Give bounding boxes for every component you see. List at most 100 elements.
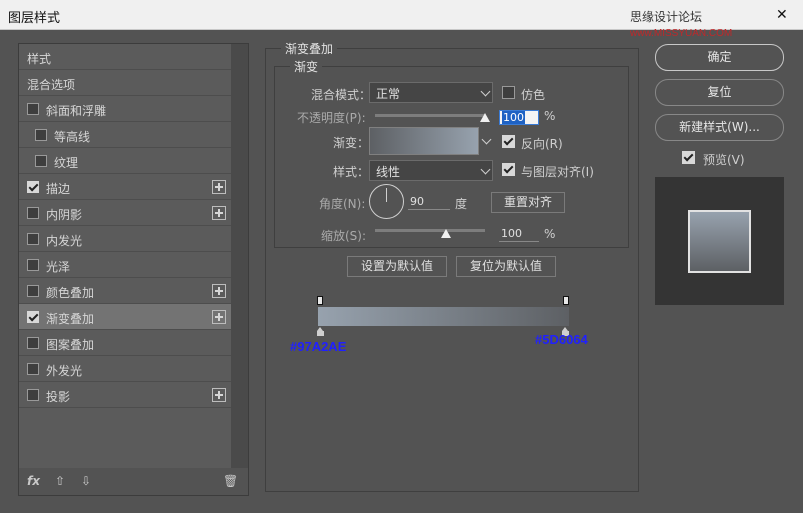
style-list-panel: 样式混合选项斜面和浮雕等高线纹理描边内阴影内发光光泽颜色叠加渐变叠加图案叠加外发… [18, 43, 249, 496]
chevron-down-icon [481, 134, 492, 145]
style-list-item[interactable]: 内发光 [19, 226, 231, 252]
style-item-label: 图案叠加 [46, 338, 95, 352]
style-list-item[interactable]: 纹理 [19, 148, 231, 174]
reverse-checkbox[interactable] [502, 135, 515, 148]
style-list-toolbar: fx ⇧ ⇩ 🗑 [19, 468, 248, 496]
new-style-button[interactable]: 新建样式(W)... [655, 114, 784, 141]
style-item-checkbox[interactable] [35, 129, 47, 141]
style-list-item[interactable]: 投影 [19, 382, 231, 408]
style-list-item[interactable]: 描边 [19, 174, 231, 200]
chevron-down-icon [480, 164, 491, 175]
add-effect-icon[interactable] [212, 180, 226, 194]
ok-button[interactable]: 确定 [655, 44, 784, 71]
end-color-hex: #5D6064 [535, 332, 588, 347]
section-title: 渐变叠加 [281, 40, 338, 57]
trash-icon[interactable]: 🗑 [223, 474, 238, 488]
style-item-checkbox[interactable] [27, 389, 39, 401]
style-item-label: 等高线 [54, 130, 91, 144]
add-effect-icon[interactable] [212, 284, 226, 298]
style-list: 样式混合选项斜面和浮雕等高线纹理描边内阴影内发光光泽颜色叠加渐变叠加图案叠加外发… [19, 44, 231, 468]
preview-label: 预览(V) [703, 153, 745, 167]
gradient-dropdown[interactable] [481, 127, 493, 155]
blend-mode-value: 正常 [376, 87, 401, 101]
style-item-label: 内发光 [46, 234, 83, 248]
align-layer-label: 与图层对齐(I) [521, 165, 594, 179]
angle-input[interactable]: 90 [408, 195, 450, 210]
scale-label: 缩放(S): [321, 229, 367, 243]
style-list-item[interactable]: 外发光 [19, 356, 231, 382]
reset-button[interactable]: 复位 [655, 79, 784, 106]
reset-default-button[interactable]: 复位为默认值 [456, 256, 556, 277]
preview-checkbox[interactable] [682, 151, 695, 164]
style-list-item[interactable]: 颜色叠加 [19, 278, 231, 304]
move-up-icon[interactable]: ⇧ [55, 474, 65, 488]
blend-mode-select[interactable]: 正常 [369, 82, 493, 103]
style-item-label: 斜面和浮雕 [46, 104, 107, 118]
style-item-checkbox[interactable] [27, 311, 39, 323]
style-list-scrollbar[interactable] [231, 44, 248, 468]
opacity-unit: % [544, 109, 556, 123]
align-layer-checkbox[interactable] [502, 163, 515, 176]
style-item-checkbox[interactable] [27, 207, 39, 219]
style-preview [655, 177, 784, 305]
gradient-bar[interactable] [318, 307, 569, 326]
add-effect-icon[interactable] [212, 388, 226, 402]
gradient-style-select[interactable]: 线性 [369, 160, 493, 181]
style-item-label: 投影 [46, 390, 71, 404]
reset-align-button[interactable]: 重置对齐 [491, 192, 565, 213]
start-color-hex: #97A2AE [290, 339, 347, 354]
window-title: 图层样式 [8, 11, 61, 26]
angle-label: 角度(N): [319, 197, 366, 211]
style-item-label: 渐变叠加 [46, 312, 95, 326]
style-list-item[interactable]: 斜面和浮雕 [19, 96, 231, 122]
scale-slider[interactable] [375, 229, 485, 232]
opacity-label: 不透明度(P): [297, 111, 366, 125]
fx-icon[interactable]: fx [27, 474, 40, 488]
blend-mode-label: 混合模式： [311, 88, 372, 102]
style-item-checkbox[interactable] [27, 259, 39, 271]
style-list-item[interactable]: 图案叠加 [19, 330, 231, 356]
style-list-item[interactable]: 等高线 [19, 122, 231, 148]
scale-input[interactable]: 100 [499, 227, 539, 242]
style-list-item[interactable]: 样式 [19, 44, 231, 70]
opacity-slider[interactable] [375, 114, 485, 117]
style-item-checkbox[interactable] [27, 233, 39, 245]
dither-checkbox[interactable] [502, 86, 515, 99]
reverse-label: 反向(R) [521, 137, 563, 151]
style-item-label: 样式 [27, 52, 52, 66]
dither-label: 仿色 [521, 88, 546, 102]
opacity-stop-left[interactable] [317, 296, 323, 305]
scale-slider-thumb[interactable] [440, 229, 451, 238]
opacity-input[interactable]: 100 [499, 110, 539, 125]
angle-dial[interactable] [369, 184, 404, 219]
style-item-label: 描边 [46, 182, 71, 196]
set-default-button[interactable]: 设置为默认值 [347, 256, 447, 277]
opacity-value: 100 [502, 111, 525, 124]
style-list-item[interactable]: 内阴影 [19, 200, 231, 226]
gradient-preview[interactable] [369, 127, 479, 155]
angle-value: 90 [410, 195, 424, 208]
move-down-icon[interactable]: ⇩ [81, 474, 91, 488]
style-item-checkbox[interactable] [27, 363, 39, 375]
style-item-checkbox[interactable] [27, 285, 39, 297]
style-item-label: 外发光 [46, 364, 83, 378]
style-list-item[interactable]: 渐变叠加 [19, 304, 231, 330]
add-effect-icon[interactable] [212, 310, 226, 324]
color-stop-left[interactable] [317, 327, 324, 336]
style-list-item[interactable]: 混合选项 [19, 70, 231, 96]
subgroup-title: 渐变 [290, 58, 323, 75]
gradient-style-value: 线性 [376, 165, 401, 179]
style-item-label: 混合选项 [27, 78, 76, 92]
style-item-checkbox[interactable] [27, 181, 39, 193]
close-icon[interactable]: ✕ [776, 8, 788, 22]
opacity-slider-thumb[interactable] [480, 113, 490, 122]
scale-unit: % [544, 227, 556, 241]
style-item-label: 光泽 [46, 260, 71, 274]
style-item-checkbox[interactable] [35, 155, 47, 167]
style-item-checkbox[interactable] [27, 103, 39, 115]
opacity-stop-right[interactable] [563, 296, 569, 305]
style-item-checkbox[interactable] [27, 337, 39, 349]
style-label: 样式： [333, 165, 370, 179]
style-list-item[interactable]: 光泽 [19, 252, 231, 278]
add-effect-icon[interactable] [212, 206, 226, 220]
